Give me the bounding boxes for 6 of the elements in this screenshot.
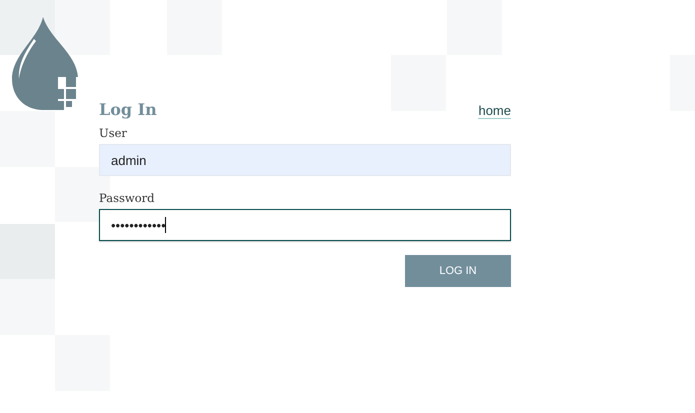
input-field[interactable]: admin [99, 144, 511, 176]
page-title: Log In [99, 99, 157, 121]
field-label: User [99, 125, 128, 141]
home-link[interactable]: home [478, 103, 511, 119]
input-field[interactable]: •••••••••••• [99, 209, 511, 241]
field-label: Password [99, 190, 156, 206]
